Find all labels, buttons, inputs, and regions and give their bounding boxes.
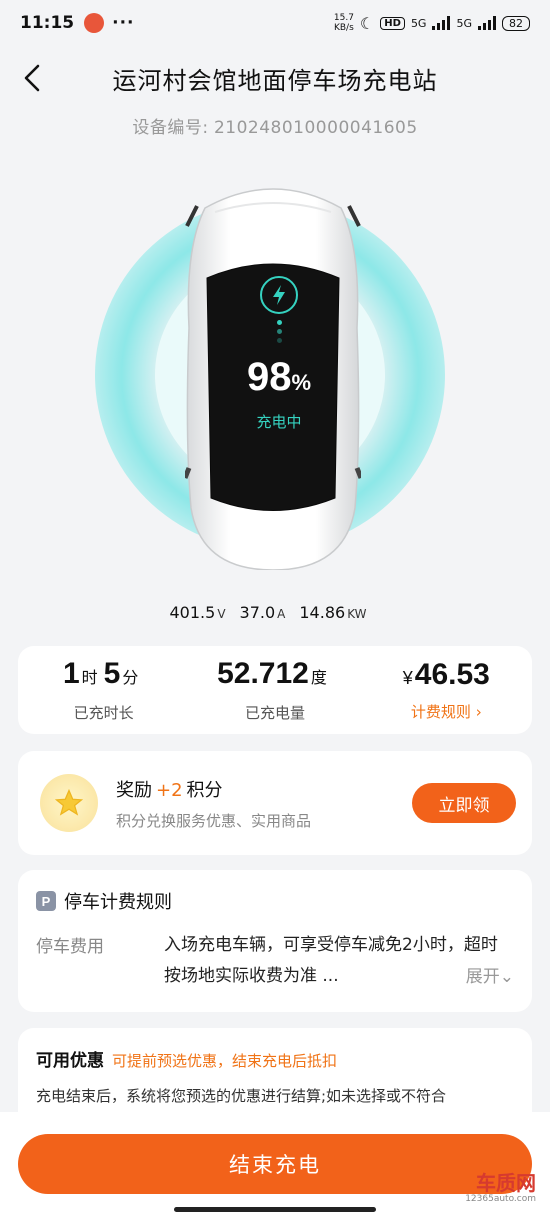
page-title: 运河村会馆地面停车场充电站 xyxy=(112,66,438,95)
status-left-icons: ··· xyxy=(84,13,134,33)
device-id-value: 210248010000041605 xyxy=(213,118,418,138)
parking-icon: P xyxy=(36,891,56,911)
parking-fee-description: 入场充电车辆，可享受停车减免2小时，超时按场地实际收费为准 ... xyxy=(164,935,498,986)
expand-button[interactable]: 展开⌄ xyxy=(461,962,514,987)
voltage-unit: V xyxy=(217,607,226,621)
reward-card: 奖励 +2 积分 积分兑换服务优惠、实用商品 立即领 xyxy=(18,751,532,855)
power-unit: KW xyxy=(347,607,367,621)
energy-value: 52.712 xyxy=(217,657,309,690)
watermark-logo: 车质网 12365auto.com xyxy=(465,1171,536,1204)
bottom-bar: 结束充电 车质网 12365auto.com xyxy=(0,1112,550,1222)
power-value: 14.86 xyxy=(299,603,346,622)
claim-reward-button[interactable]: 立即领 xyxy=(412,783,516,823)
energy-label: 已充电量 xyxy=(244,704,305,722)
signal-icon xyxy=(432,16,451,30)
duration-label: 已充时长 xyxy=(73,704,134,722)
reward-title: 奖励 xyxy=(116,779,152,801)
battery-percentage: 98% xyxy=(246,355,312,399)
current-value: 37.0 xyxy=(239,603,276,622)
parking-fee-label: 停车费用 xyxy=(36,937,104,957)
reward-subtitle: 积分兑换服务优惠、实用商品 xyxy=(116,811,312,830)
device-id: 设备编号: 210248010000041605 xyxy=(0,113,550,138)
do-not-disturb-icon: ☾ xyxy=(359,13,375,33)
car-display: 98% 充电中 xyxy=(222,250,336,528)
charging-dots-icon xyxy=(276,320,282,343)
parking-rules-card: P 停车计费规则 停车费用 入场充电车辆，可享受停车减免2小时，超时按场地实际收… xyxy=(18,870,532,1012)
duration-minutes: 5 xyxy=(103,657,121,690)
signal-icon-2 xyxy=(478,16,496,30)
network-type-2: 5G xyxy=(456,16,472,30)
battery-icon: 82 xyxy=(502,15,530,31)
cost-stat: ¥46.53 计费规则 › xyxy=(361,646,532,734)
app-notification-icon xyxy=(84,13,105,33)
home-indicator[interactable] xyxy=(174,1207,376,1212)
reward-points: +2 xyxy=(156,779,183,801)
back-button[interactable] xyxy=(14,60,50,96)
reward-text: 奖励 +2 积分 积分兑换服务优惠、实用商品 xyxy=(116,776,311,831)
device-id-label: 设备编号: xyxy=(132,118,209,138)
end-charging-button[interactable]: 结束充电 xyxy=(18,1134,532,1194)
charging-metrics: 401.5 V 37.0 A 14.86 KW xyxy=(0,603,550,622)
reward-points-unit: 积分 xyxy=(186,779,223,801)
current-unit: A xyxy=(277,607,286,621)
cost-value: 46.53 xyxy=(414,658,490,691)
voltage-value: 401.5 xyxy=(169,603,216,622)
currency-symbol: ¥ xyxy=(402,668,413,688)
status-right-icons: 15.7 KB/s ☾ HD 5G 5G 82 xyxy=(334,13,530,33)
energy-stat: 52.712 度 已充电量 xyxy=(217,657,327,722)
star-icon xyxy=(40,774,98,832)
network-speed: 15.7 KB/s xyxy=(333,13,354,33)
duration-stat: 1时5分 已充时长 xyxy=(62,657,139,722)
charging-status: 充电中 xyxy=(256,413,302,431)
hd-icon: HD xyxy=(380,16,405,30)
chevron-left-icon xyxy=(24,64,40,92)
more-notifications-icon: ··· xyxy=(112,13,135,33)
billing-rules-link[interactable]: 计费规则 › xyxy=(411,701,482,722)
network-type-1: 5G xyxy=(410,16,427,30)
parking-title: 停车计费规则 xyxy=(64,892,172,913)
lightning-bolt-icon xyxy=(260,276,298,314)
coupon-title: 可用优惠 xyxy=(36,1051,104,1071)
coupon-description: 充电结束后，系统将您预选的优惠进行结算;如未选择或不符合 xyxy=(36,1087,447,1105)
charging-visual: 98% 充电中 xyxy=(0,160,550,590)
page-header: 运河村会馆地面停车场充电站 xyxy=(0,52,550,104)
status-time: 11:15 xyxy=(20,13,75,33)
charging-stats-card: 1时5分 已充时长 52.712 度 已充电量 ¥46.53 计费规则 › xyxy=(18,646,532,734)
coupon-hint: 可提前预选优惠，结束充电后抵扣 xyxy=(112,1052,338,1070)
duration-hours: 1 xyxy=(62,657,80,690)
status-bar: 11:15 ··· 15.7 KB/s ☾ HD 5G 5G 82 xyxy=(0,0,550,46)
